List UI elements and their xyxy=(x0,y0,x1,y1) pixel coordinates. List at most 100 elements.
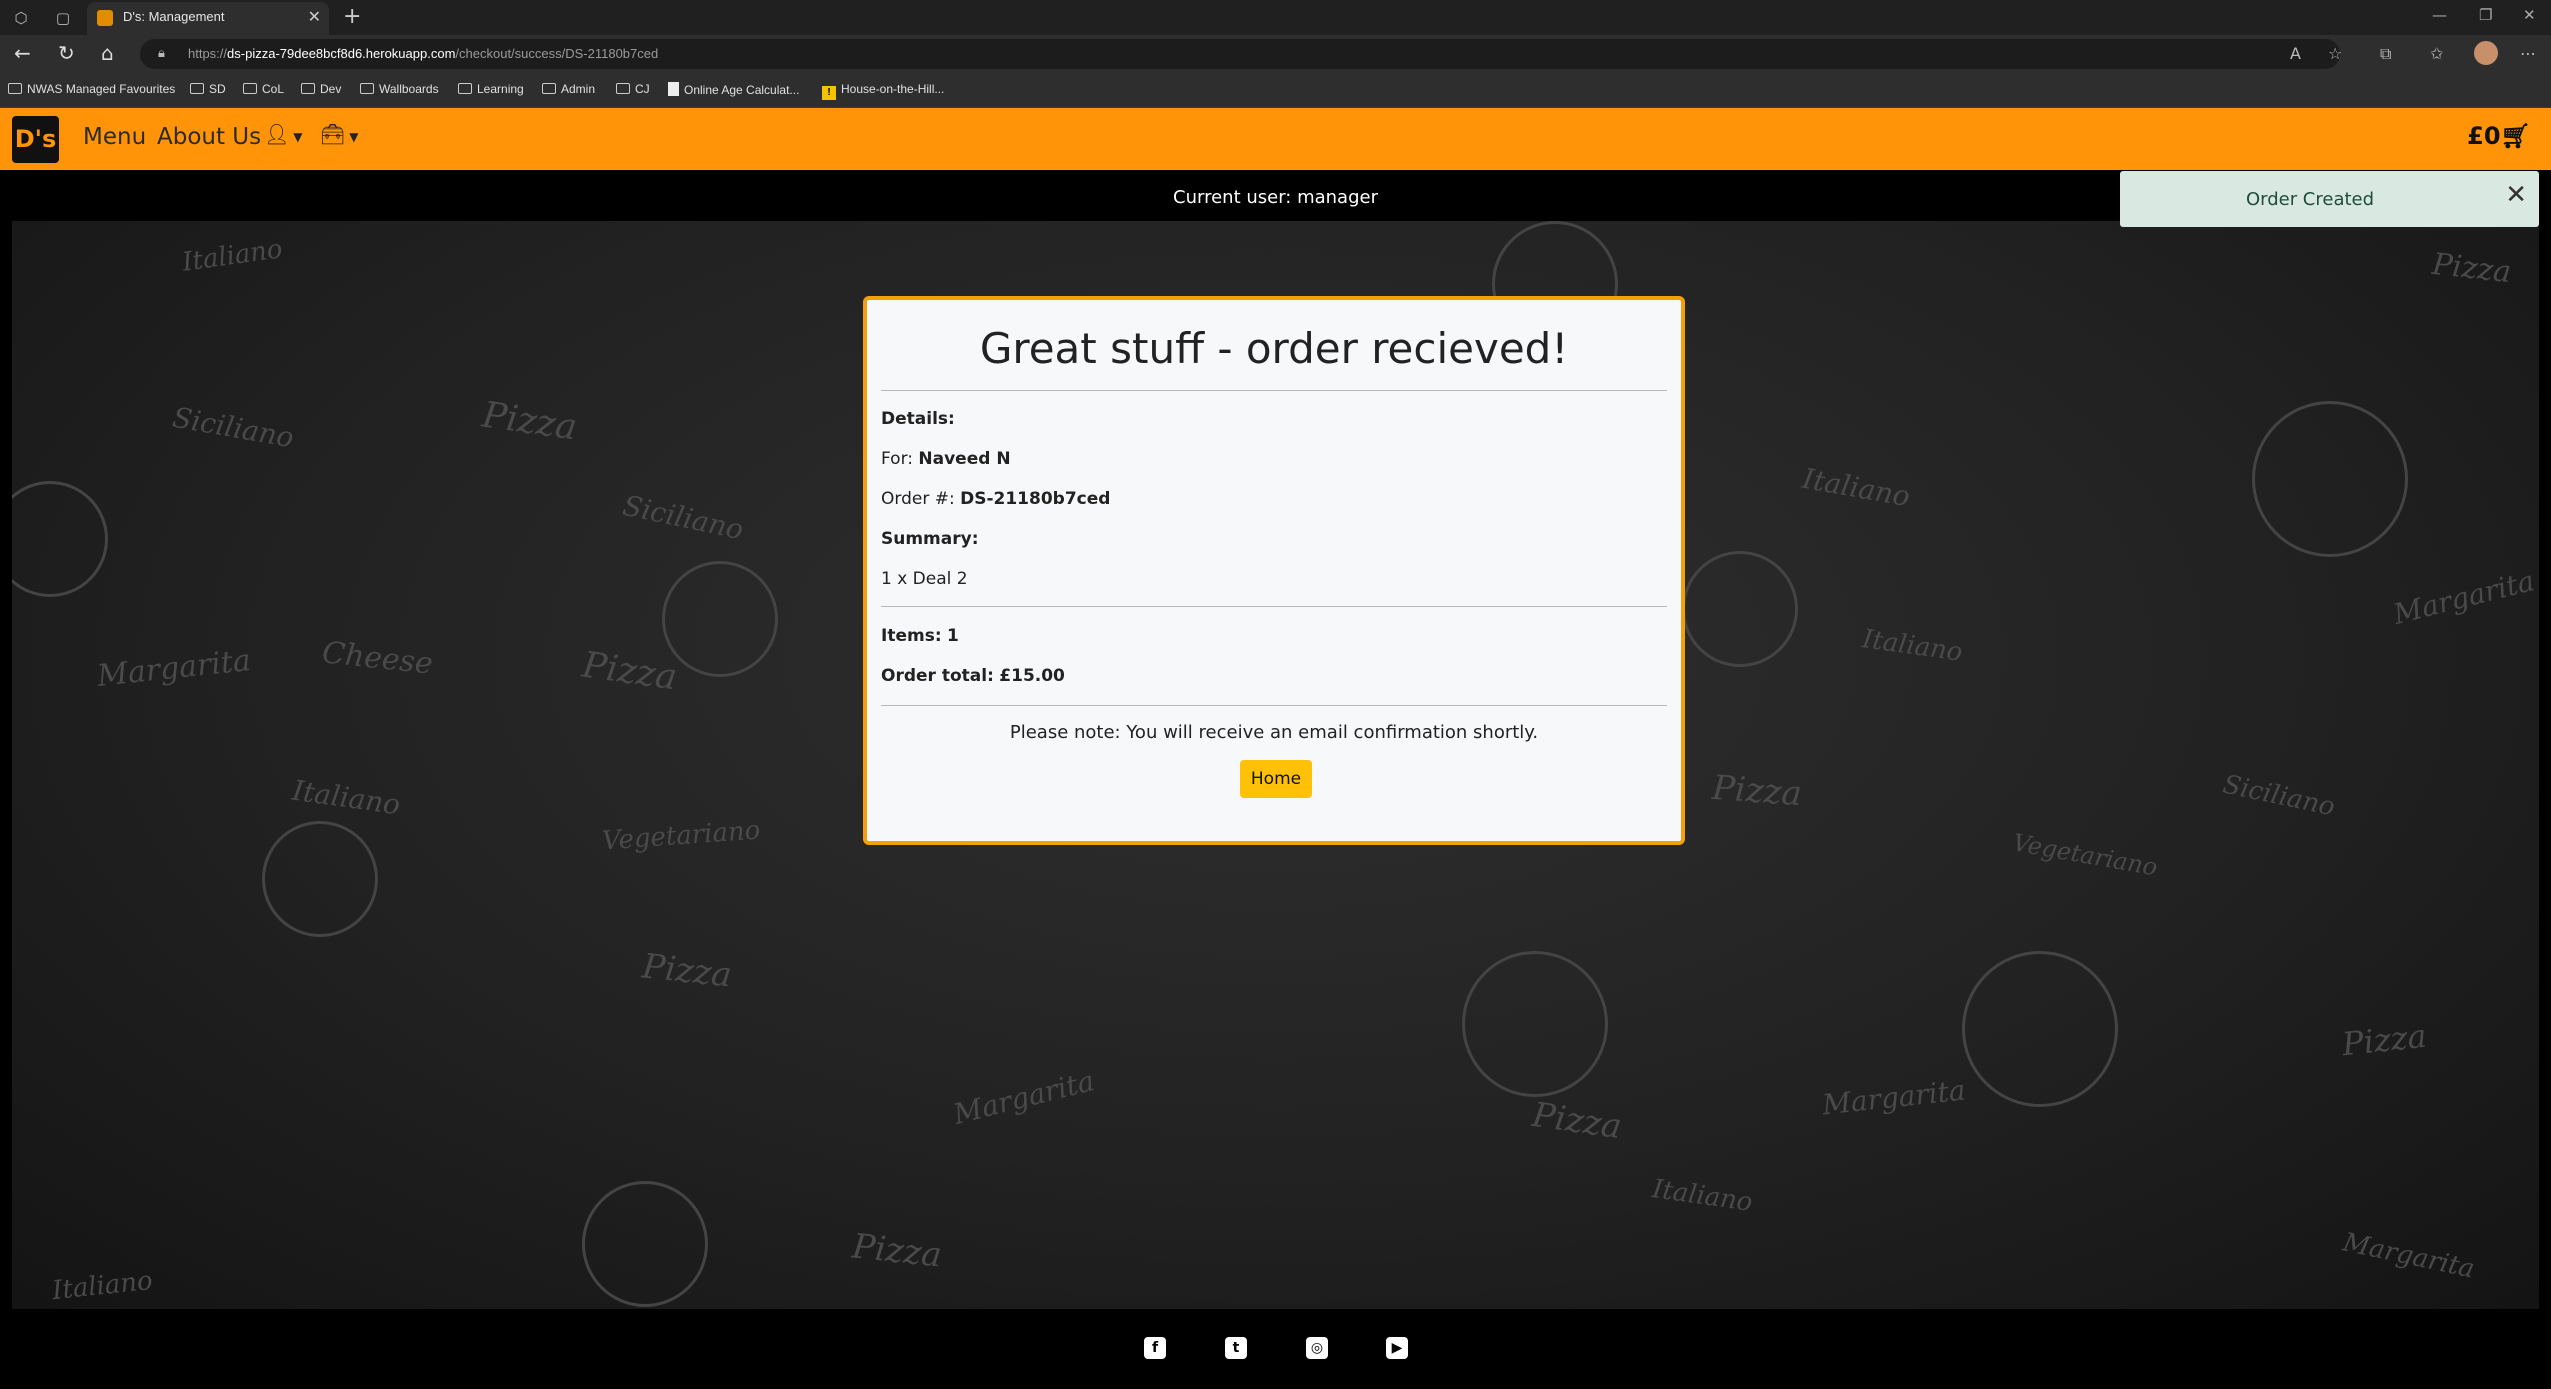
home-button[interactable]: Home xyxy=(1240,760,1312,798)
bg-word: Italiano xyxy=(180,234,285,278)
email-confirmation-note: Please note: You will receive an email c… xyxy=(1009,722,1539,743)
bg-word: Margarita xyxy=(2390,564,2538,631)
bg-word: Pizza xyxy=(579,644,680,699)
tab-actions-icon[interactable]: ▢ xyxy=(54,9,72,27)
facebook-icon[interactable]: f xyxy=(1144,1337,1166,1359)
favorites-icon[interactable]: ✩ xyxy=(2430,44,2443,63)
summary-heading: Summary: xyxy=(881,529,979,549)
refresh-icon[interactable]: ↻ xyxy=(58,43,75,63)
bg-word: Pizza xyxy=(1529,1094,1625,1148)
bg-word: Italiano xyxy=(1799,461,1913,514)
folder-icon xyxy=(542,83,556,94)
management-dropdown[interactable]: 🧰︎ ▼ xyxy=(320,122,358,146)
site-footer: f t ◎ ▶ xyxy=(0,1309,2551,1389)
tab-close-icon[interactable]: ✕ xyxy=(308,7,321,26)
warning-icon: ! xyxy=(822,86,836,100)
minimize-icon[interactable]: — xyxy=(2432,6,2447,24)
bookmark-item[interactable]: Learning xyxy=(458,82,524,96)
cart-total: £0 xyxy=(2467,122,2501,150)
bookmark-item[interactable]: ! House-on-the-Hill... xyxy=(822,82,944,100)
nav-about-link[interactable]: About Us xyxy=(157,124,261,150)
bg-word: Vegetariano xyxy=(2010,828,2160,882)
bookmarks-bar: NWAS Managed Favourites SD CoL Dev Wallb… xyxy=(0,73,2551,108)
bg-word: Margarita xyxy=(1820,1073,1967,1122)
bookmark-item[interactable]: Wallboards xyxy=(360,82,439,96)
extensions-icon[interactable]: ⧉ xyxy=(2380,44,2391,64)
user-icon: 👤︎ xyxy=(264,122,290,146)
cart-link[interactable]: £0🛒︎ xyxy=(2467,122,2531,150)
bg-pizza-doodle xyxy=(1462,951,1608,1097)
folder-icon xyxy=(360,83,374,94)
bookmark-item[interactable]: SD xyxy=(190,82,226,96)
bg-word: Italiano xyxy=(50,1265,155,1307)
read-aloud-icon[interactable]: A xyxy=(2290,44,2301,63)
bg-word: Italiano xyxy=(290,773,403,822)
new-tab-icon[interactable]: + xyxy=(343,4,361,29)
bg-pizza-doodle xyxy=(1682,551,1798,667)
order-total: Order total: £15.00 xyxy=(881,666,1065,686)
bg-word: Margarita xyxy=(950,1064,1098,1131)
bg-word: Siciliano xyxy=(170,400,297,455)
toolbox-icon: 🧰︎ xyxy=(320,122,346,146)
youtube-icon[interactable]: ▶ xyxy=(1386,1337,1408,1359)
nav-menu-link[interactable]: Menu xyxy=(83,124,146,150)
profile-avatar[interactable] xyxy=(2474,41,2498,65)
bookmark-item[interactable]: CJ xyxy=(616,82,650,96)
bg-pizza-doodle xyxy=(1962,951,2118,1107)
back-icon[interactable]: ← xyxy=(14,43,31,63)
home-icon[interactable]: ⌂ xyxy=(101,43,114,63)
folder-icon xyxy=(458,83,472,94)
folder-icon xyxy=(190,83,204,94)
lock-icon[interactable]: 🔒︎ xyxy=(158,46,165,61)
chevron-down-icon: ▼ xyxy=(289,130,303,144)
bg-word: Pizza xyxy=(2430,246,2513,291)
bg-pizza-doodle xyxy=(12,481,108,597)
bg-word: Margarita xyxy=(2340,1227,2478,1285)
more-options-icon[interactable]: ⋯ xyxy=(2520,44,2536,63)
folder-icon xyxy=(616,83,630,94)
address-bar-row: ← ↻ ⌂ 🔒︎ https://ds-pizza-79dee8bcf8d6.h… xyxy=(0,35,2551,73)
summary-item: 1 x Deal 2 xyxy=(881,569,968,589)
url-input[interactable]: 🔒︎ https://ds-pizza-79dee8bcf8d6.herokua… xyxy=(140,39,2340,69)
restore-icon[interactable]: ❐ xyxy=(2479,6,2492,24)
chevron-down-icon: ▼ xyxy=(345,130,359,144)
close-window-icon[interactable]: ✕ xyxy=(2523,6,2536,24)
bg-word: Siciliano xyxy=(619,488,747,547)
bookmark-item[interactable]: Dev xyxy=(301,82,341,96)
divider xyxy=(881,705,1667,706)
details-heading: Details: xyxy=(881,409,955,429)
folder-icon xyxy=(8,83,22,94)
bg-word: Vegetariano xyxy=(601,815,762,857)
order-created-toast: Order Created ✕ xyxy=(2120,171,2539,227)
bg-word: Pizza xyxy=(2340,1016,2429,1064)
bg-word: Pizza xyxy=(850,1226,944,1276)
site-logo[interactable]: D's xyxy=(12,116,59,163)
bg-word: Pizza xyxy=(640,946,734,996)
favorite-star-icon[interactable]: ☆ xyxy=(2328,44,2342,63)
user-account-dropdown[interactable]: 👤︎ ▼ xyxy=(264,122,302,146)
bookmark-item[interactable]: NWAS Managed Favourites xyxy=(8,82,175,96)
folder-icon xyxy=(301,83,315,94)
bookmark-item[interactable]: CoL xyxy=(243,82,284,96)
browser-tab[interactable]: D's: Management ✕ xyxy=(87,2,329,35)
divider xyxy=(881,390,1667,391)
bg-word: Siciliano xyxy=(2220,769,2338,823)
bg-word: Cheese xyxy=(320,635,435,682)
bookmark-item[interactable]: Admin xyxy=(542,82,595,96)
items-count: Items: 1 xyxy=(881,626,959,646)
browser-tab-bar: ⬡ ▢ D's: Management ✕ + — ❐ ✕ xyxy=(0,0,2551,35)
bg-pizza-doodle xyxy=(582,1181,708,1307)
folder-icon xyxy=(243,83,257,94)
order-confirmation-card: Great stuff - order recieved! Details: F… xyxy=(863,296,1685,845)
divider xyxy=(881,606,1667,607)
page-icon xyxy=(668,82,679,96)
instagram-icon[interactable]: ◎ xyxy=(1306,1337,1328,1359)
url-text: https://ds-pizza-79dee8bcf8d6.herokuapp.… xyxy=(188,46,659,61)
twitter-icon[interactable]: t xyxy=(1225,1337,1247,1359)
close-icon[interactable]: ✕ xyxy=(2505,182,2527,208)
bookmark-item[interactable]: Online Age Calculat... xyxy=(668,82,799,97)
order-number: Order #: DS-21180b7ced xyxy=(881,489,1111,509)
workspaces-icon[interactable]: ⬡ xyxy=(12,9,30,27)
bg-word: Pizza xyxy=(1710,767,1804,815)
tab-title: D's: Management xyxy=(123,9,225,24)
